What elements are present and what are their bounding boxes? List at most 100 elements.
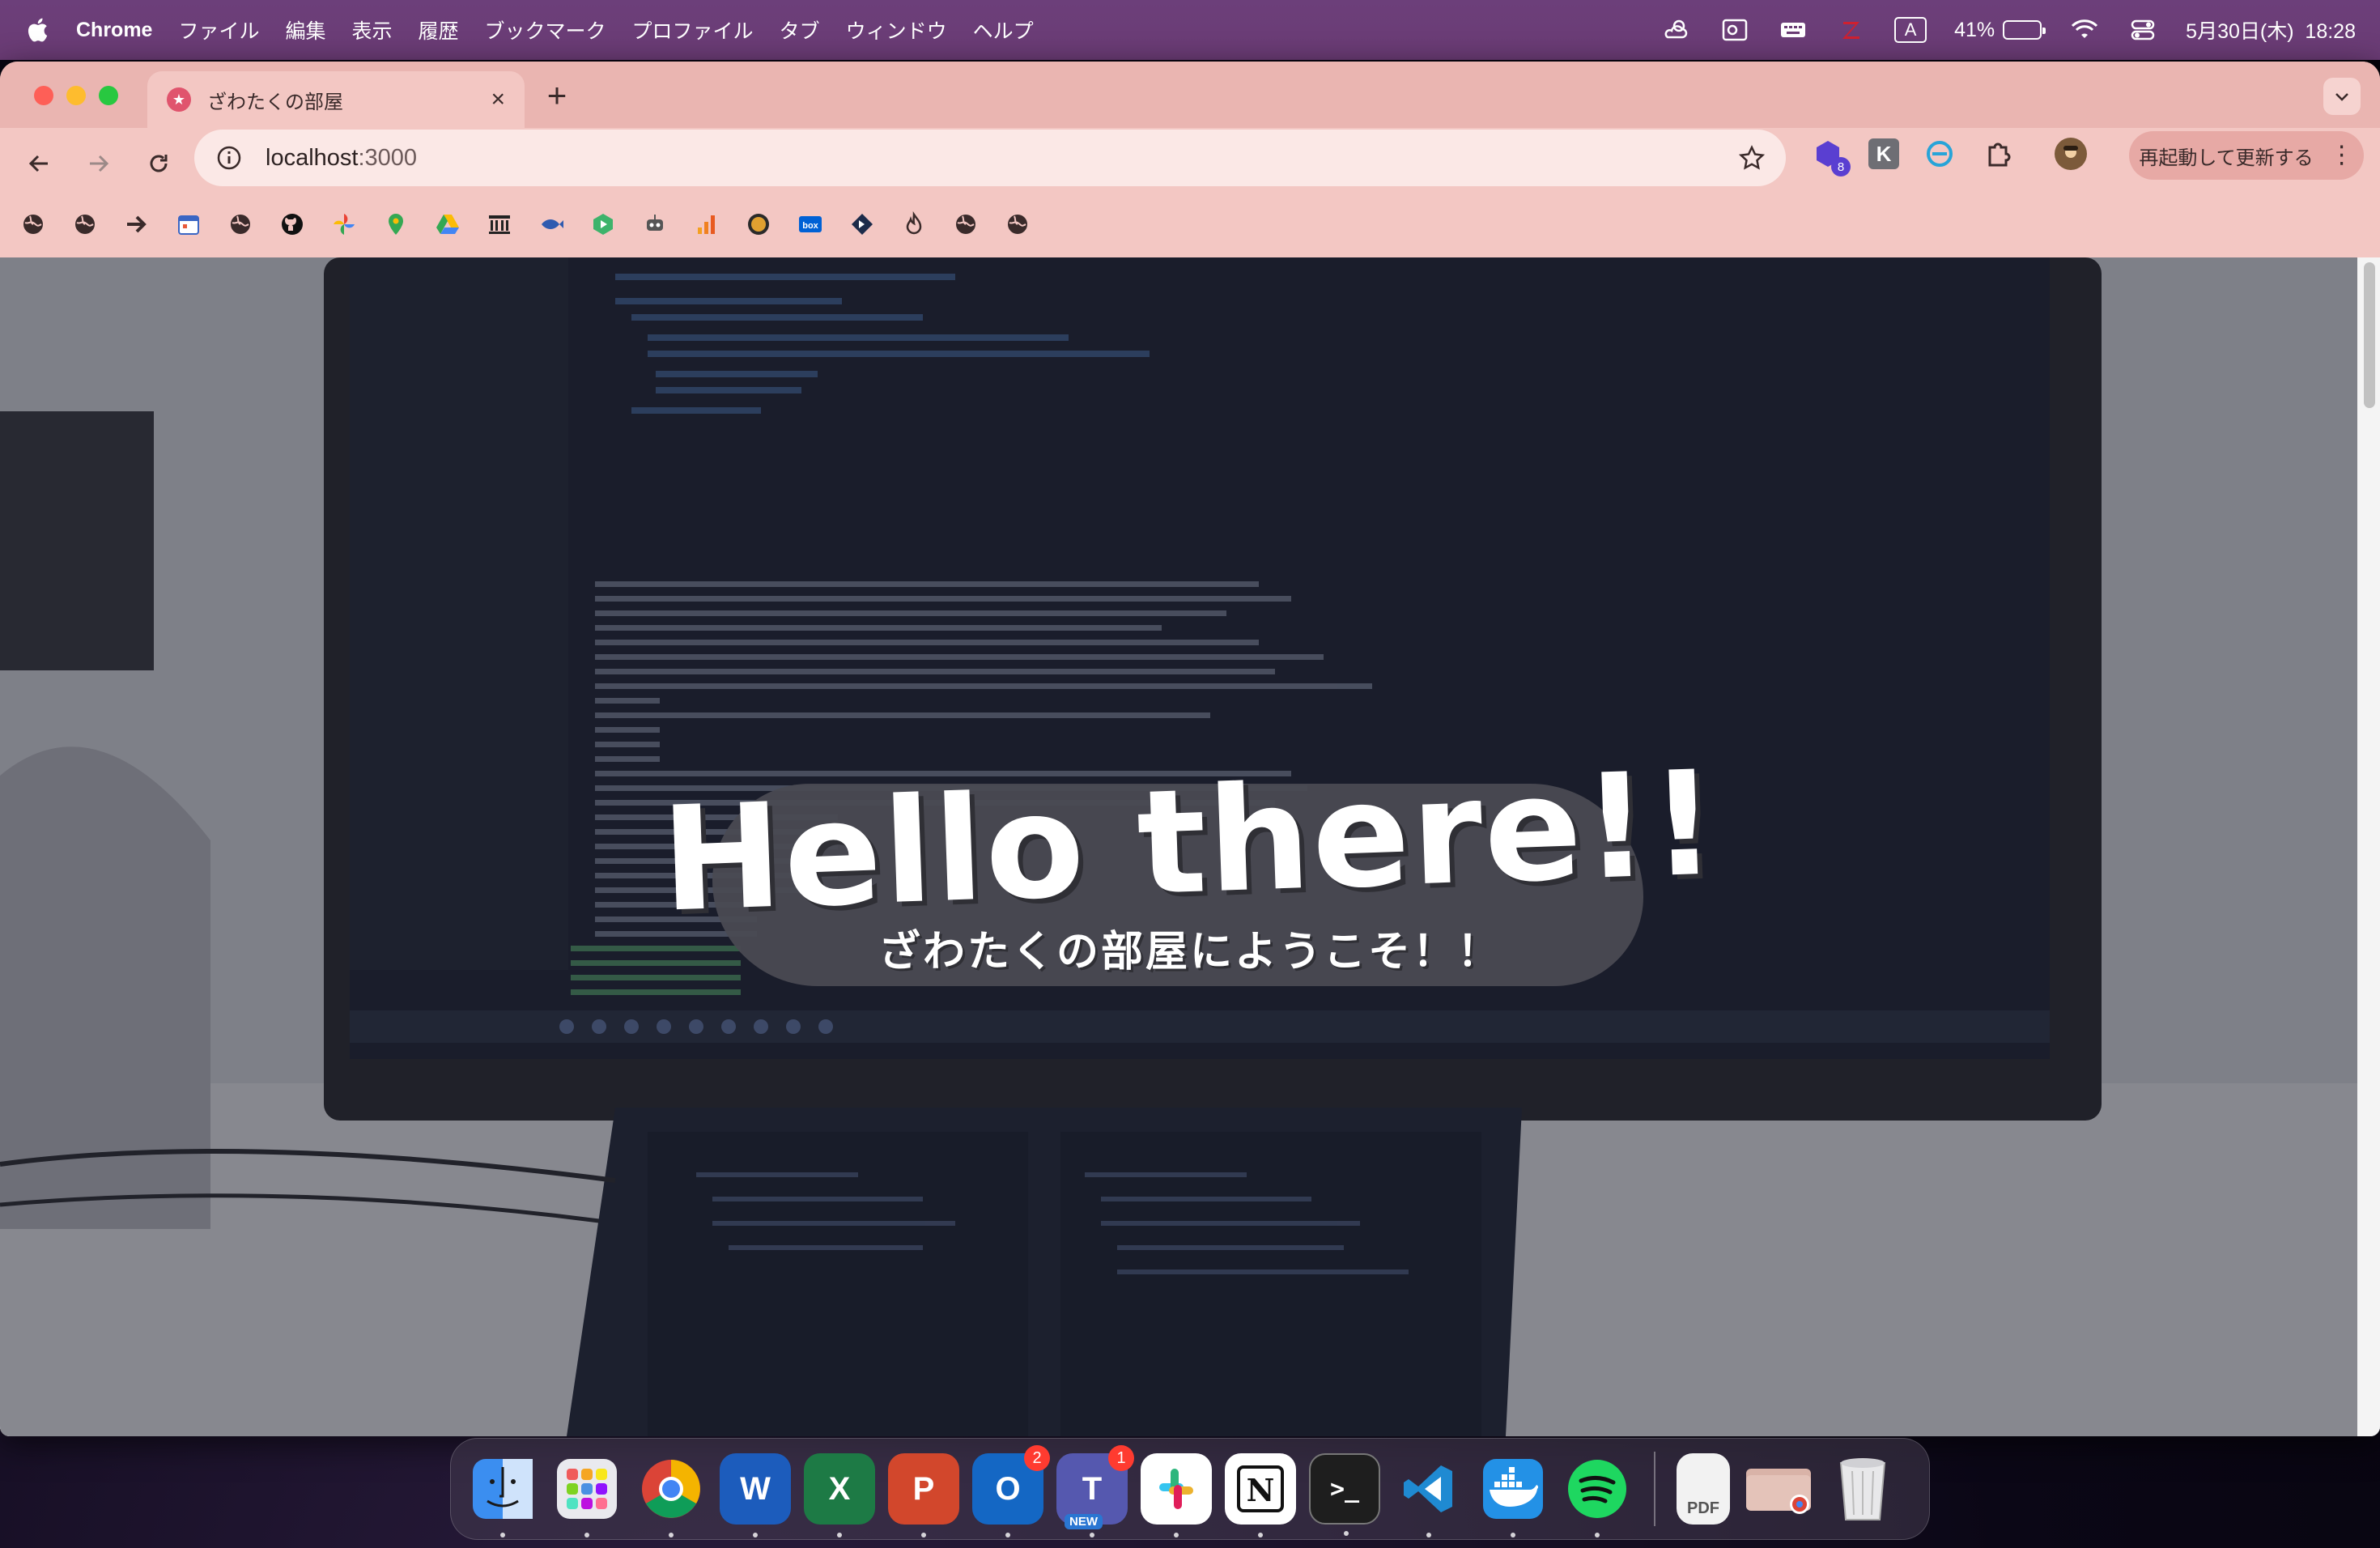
hero-section: Hello there!! ざわたくの部屋にようこそ！！	[0, 257, 2380, 1436]
svg-text:N: N	[1247, 1472, 1275, 1508]
dock-pdf-document-icon[interactable]: PDF	[1677, 1453, 1730, 1525]
relaunch-update-label: 再起動して更新する	[2139, 147, 2314, 169]
keyboard-viewer-icon[interactable]	[1778, 16, 1808, 44]
reload-button[interactable]	[138, 142, 180, 185]
page-scrollbar[interactable]	[2357, 257, 2380, 1436]
fish-icon	[542, 219, 563, 229]
extension-badge: 8	[1831, 157, 1851, 176]
menu-window[interactable]: ウィンドウ	[846, 15, 947, 45]
forward-button[interactable]	[78, 142, 120, 185]
menu-help[interactable]: ヘルプ	[973, 15, 1034, 45]
dock-running-indicator	[1511, 1533, 1515, 1537]
bookmark-play-hexagon-icon[interactable]	[589, 211, 617, 238]
dock-launchpad-icon[interactable]	[551, 1453, 623, 1537]
bookmark-maps-pin-icon[interactable]	[382, 211, 410, 238]
extension-k-icon[interactable]: K	[1868, 138, 1899, 169]
bookmark-diamond-arrow-icon[interactable]	[848, 211, 876, 238]
tab-active[interactable]: ★ ざわたくの部屋 ×	[147, 71, 525, 128]
weather-icon[interactable]	[1661, 16, 1692, 44]
bookmark-box-icon[interactable]: box	[797, 211, 824, 238]
dock-outlook-icon[interactable]: O2	[972, 1445, 1050, 1537]
flame-icon	[906, 211, 922, 235]
dock-running-indicator	[1595, 1533, 1600, 1537]
dock-finder-icon[interactable]	[467, 1453, 538, 1537]
bookmark-globe-icon[interactable]	[227, 211, 254, 238]
menu-file[interactable]: ファイル	[178, 15, 259, 45]
dock-chrome-icon[interactable]	[635, 1453, 707, 1537]
extension-translate-icon[interactable]	[1922, 136, 1957, 172]
control-center-icon[interactable]	[2127, 16, 2158, 44]
bookmark-flame-icon[interactable]	[900, 211, 928, 238]
menu-bar: Chrome ファイル 編集 表示 履歴 ブックマーク プロファイル タブ ウィ…	[0, 0, 2380, 60]
dock-word-icon[interactable]: W	[720, 1453, 791, 1537]
bookmark-calendar-icon[interactable]	[175, 211, 202, 238]
menu-profiles[interactable]: プロファイル	[632, 15, 754, 45]
url-port: :3000	[358, 144, 418, 171]
relaunch-update-button[interactable]: 再起動して更新する ⋮	[2129, 131, 2364, 180]
play-hexagon-icon	[593, 214, 613, 235]
tab-close-icon[interactable]: ×	[491, 86, 505, 113]
menu-view[interactable]: 表示	[352, 15, 393, 45]
bookmark-drive-icon[interactable]	[434, 211, 461, 238]
dock-excel-icon[interactable]: X	[804, 1453, 875, 1537]
dock-powerpoint-icon[interactable]: P	[888, 1453, 959, 1537]
bookmark-globe-icon[interactable]	[1004, 211, 1031, 238]
dock-running-indicator	[1426, 1533, 1431, 1537]
dock-docker-icon[interactable]	[1477, 1453, 1549, 1537]
dock-trash-icon[interactable]	[1827, 1453, 1898, 1525]
dock: W X P O 2 T 1 NEW N >_ PDF	[450, 1438, 1930, 1540]
input-mode-indicator[interactable]: A	[1894, 17, 1927, 43]
address-bar[interactable]: localhost:3000	[194, 130, 1786, 186]
dock-teams-icon[interactable]: T 1 NEW	[1056, 1445, 1134, 1537]
dock-spotify-icon[interactable]	[1562, 1453, 1633, 1537]
tab-search-button[interactable]	[2323, 78, 2361, 115]
bookmark-star-icon[interactable]	[1739, 145, 1765, 171]
kebab-menu-icon[interactable]: ⋮	[2330, 143, 2354, 168]
battery-percent: 41%	[1954, 18, 1995, 41]
back-button[interactable]	[18, 142, 60, 185]
menu-edit[interactable]: 編集	[285, 15, 325, 45]
clock[interactable]: 5月30日(木) 18:28	[2186, 15, 2356, 45]
dock-notion-icon[interactable]: N	[1225, 1453, 1296, 1537]
outlook-status-icon[interactable]	[1719, 16, 1750, 44]
zotero-icon[interactable]	[1836, 16, 1867, 44]
apple-icon[interactable]	[24, 15, 53, 45]
dock-running-indicator	[921, 1533, 926, 1537]
bookmark-coin-icon[interactable]	[745, 211, 772, 238]
bookmark-robot-icon[interactable]	[641, 211, 669, 238]
dock-slack-icon[interactable]	[1141, 1453, 1212, 1537]
menu-bookmarks[interactable]: ブックマーク	[485, 15, 606, 45]
wifi-icon[interactable]	[2069, 16, 2100, 44]
bookmark-globe-icon[interactable]	[71, 211, 99, 238]
bookmark-bar-chart-icon[interactable]	[693, 211, 720, 238]
robot-icon	[647, 215, 663, 231]
menu-tab[interactable]: タブ	[780, 15, 820, 45]
new-tab-button[interactable]: +	[541, 79, 573, 113]
profile-avatar[interactable]	[2055, 138, 2087, 170]
extension-hexagon-icon[interactable]: 8	[1810, 136, 1851, 176]
svg-text:box: box	[802, 221, 818, 231]
menu-app-name[interactable]: Chrome	[76, 19, 152, 42]
minimize-window-button[interactable]	[66, 86, 86, 105]
tab-strip: ★ ざわたくの部屋 × +	[0, 62, 2380, 128]
close-window-button[interactable]	[34, 86, 53, 105]
bookmark-globe-icon[interactable]	[19, 211, 47, 238]
dock-downloads-folder-icon[interactable]	[1743, 1453, 1814, 1525]
dock-terminal-icon[interactable]: >_	[1309, 1453, 1380, 1536]
bookmark-pinwheel-icon[interactable]	[330, 211, 358, 238]
bookmark-github-icon[interactable]	[278, 211, 306, 238]
bookmark-bank-icon[interactable]	[486, 211, 513, 238]
page-scrollbar-thumb[interactable]	[2364, 262, 2375, 408]
extensions-puzzle-icon[interactable]	[1980, 136, 2016, 172]
site-info-icon[interactable]	[215, 144, 243, 172]
fullscreen-window-button[interactable]	[99, 86, 118, 105]
bookmark-fish-icon[interactable]	[538, 211, 565, 238]
dock-running-indicator	[584, 1533, 589, 1537]
bookmark-globe-icon[interactable]	[952, 211, 980, 238]
battery-indicator[interactable]: 41%	[1954, 18, 2046, 42]
dock-vscode-icon[interactable]	[1393, 1453, 1464, 1537]
bookmark-arrow-right-icon[interactable]	[123, 211, 151, 238]
dock-running-indicator	[1090, 1533, 1094, 1537]
menu-history[interactable]: 履歴	[419, 15, 459, 45]
dock-teams-new-tag: NEW	[1065, 1514, 1103, 1529]
